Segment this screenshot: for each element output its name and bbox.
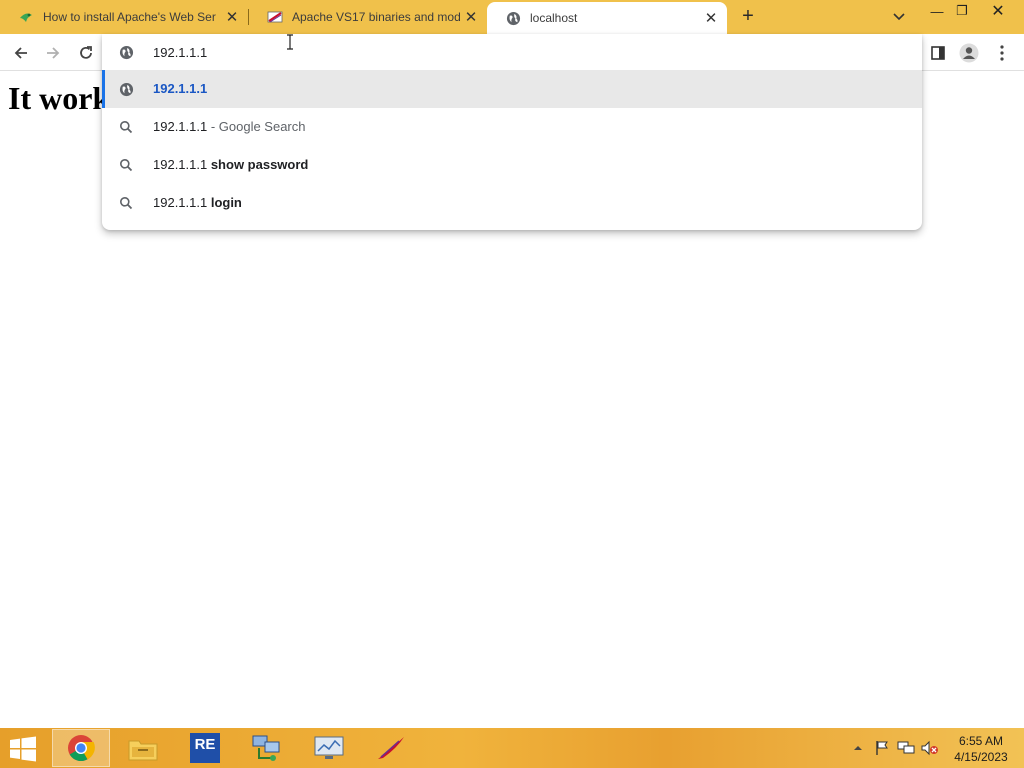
close-tab-icon[interactable]: ✕ <box>701 8 721 28</box>
suggestion-query: 192.1.1.1 <box>153 157 211 172</box>
suggestion-query: 192.1.1.1 <box>153 119 208 134</box>
clock-date: 4/15/2023 <box>954 750 1008 764</box>
suggestion-text: 192.1.1.1 show password <box>153 157 308 172</box>
chevron-down-icon[interactable] <box>889 8 909 26</box>
text-cursor-icon <box>287 34 293 50</box>
side-panel-icon <box>931 46 945 60</box>
menu-button[interactable] <box>991 42 1013 64</box>
close-tab-icon[interactable]: ✕ <box>222 7 242 27</box>
arrow-left-icon <box>14 47 27 59</box>
close-window-button[interactable]: ✕ <box>980 0 1016 22</box>
clock-time: 6:55 AM <box>958 734 1004 748</box>
tab-apache-install-guide[interactable]: How to install Apache's Web Ser ✕ <box>0 0 248 34</box>
suggestion-text: 192.1.1.1 - Google Search <box>153 119 306 134</box>
omnibox-input-row <box>102 34 922 71</box>
chevron-up-icon[interactable] <box>849 739 867 757</box>
suggestion-text: 192.1.1.1 login <box>153 195 242 210</box>
reload-icon <box>80 46 92 59</box>
globe-icon <box>118 44 134 60</box>
green-leaf-icon <box>18 9 34 25</box>
rehack-icon[interactable]: RE <box>176 729 234 767</box>
suggestion-suffix: - Google Search <box>207 119 306 134</box>
taskbar: RE <box>0 728 1024 768</box>
rehack-label: RE <box>190 733 220 763</box>
restore-button[interactable]: ❐ <box>946 0 978 22</box>
profile-button[interactable] <box>958 42 980 64</box>
file-explorer-icon[interactable] <box>114 729 172 767</box>
search-icon <box>118 119 134 135</box>
suggestion-google-search[interactable]: 192.1.1.1 - Google Search <box>102 108 922 146</box>
omnibox-dropdown: 192.1.1.1 192.1.1.1 - Google Search 192.… <box>102 34 922 230</box>
windows-start-icon[interactable] <box>8 736 38 762</box>
search-icon <box>118 195 134 211</box>
globe-icon <box>118 81 134 97</box>
reload-button[interactable] <box>75 42 97 64</box>
tab-title: Apache VS17 binaries and modul <box>292 10 461 24</box>
address-bar-input[interactable] <box>153 43 853 61</box>
side-panel-button[interactable] <box>927 42 949 64</box>
network-icon[interactable] <box>238 729 296 767</box>
suggestion-completion: show password <box>210 157 309 172</box>
speaker-muted-icon[interactable] <box>921 739 939 757</box>
feather-icon[interactable] <box>362 729 420 767</box>
apache-feather-icon <box>267 9 283 25</box>
arrow-right-icon <box>47 47 60 59</box>
monitor-icon[interactable] <box>300 729 358 767</box>
suggestion-text: 192.1.1.1 <box>153 81 208 96</box>
more-vert-icon <box>1000 45 1004 61</box>
globe-icon <box>505 10 521 26</box>
new-tab-button[interactable]: + <box>737 6 759 28</box>
action-center-flag-icon[interactable] <box>873 739 891 757</box>
suggestion-completion: login <box>210 195 242 210</box>
tab-title: How to install Apache's Web Ser <box>43 10 216 24</box>
suggestion-url[interactable]: 192.1.1.1 <box>102 70 922 108</box>
chrome-icon[interactable] <box>52 729 110 767</box>
back-button[interactable] <box>10 42 32 64</box>
selection-indicator <box>102 70 105 108</box>
suggestion-login[interactable]: 192.1.1.1 login <box>102 184 922 222</box>
suggestion-query: 192.1.1.1 <box>153 195 211 210</box>
search-icon <box>118 157 134 173</box>
tab-apache-vs17-binaries[interactable]: Apache VS17 binaries and modul ✕ <box>249 0 487 34</box>
forward-button[interactable] <box>42 42 64 64</box>
suggestion-show-password[interactable]: 192.1.1.1 show password <box>102 146 922 184</box>
tab-localhost[interactable]: localhost ✕ <box>487 2 727 34</box>
system-clock[interactable]: 6:55 AM 4/15/2023 <box>944 733 1018 765</box>
tab-strip: How to install Apache's Web Ser ✕ Apache… <box>0 0 1024 34</box>
avatar-icon <box>959 43 979 63</box>
network-status-icon[interactable] <box>897 739 915 757</box>
close-tab-icon[interactable]: ✕ <box>461 7 481 27</box>
tab-title: localhost <box>530 11 578 25</box>
